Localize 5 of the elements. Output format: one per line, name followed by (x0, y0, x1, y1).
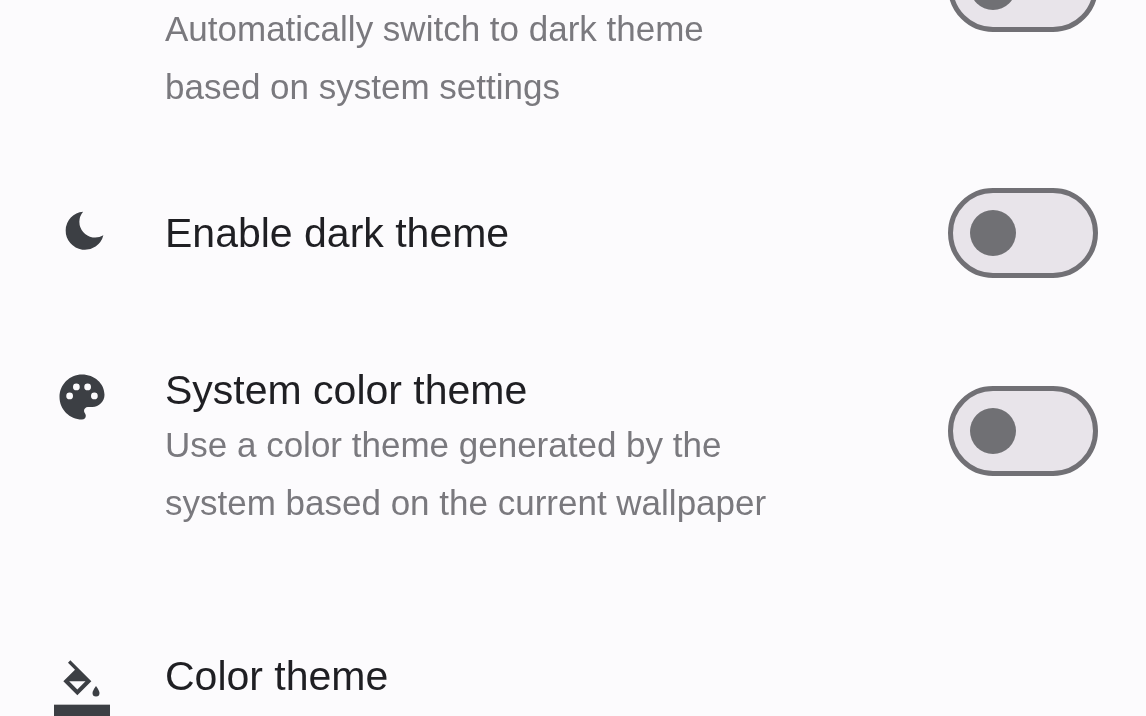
setting-title: Color theme (165, 651, 390, 701)
setting-description: Use a color theme generated by the system based on the current wallpaper (165, 424, 768, 524)
setting-title: System color theme (165, 366, 529, 415)
setting-title: Enable dark theme (165, 209, 511, 258)
setting-description: Automatically switch to dark theme based on system settings (165, 8, 705, 108)
